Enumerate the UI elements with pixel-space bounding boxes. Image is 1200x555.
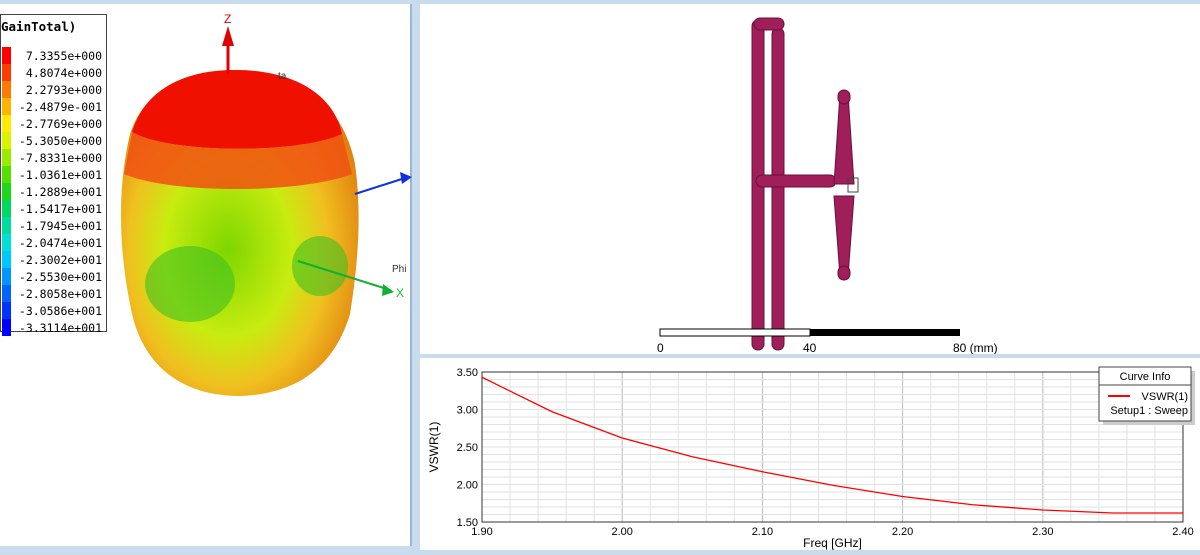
vswr-chart: 1.90 2.00 2.10 2.20 2.30 2.403.503.002.502.00… [427,366,1195,550]
y-tick-label: 1.50 [457,517,478,529]
legend-swatch [2,268,11,285]
z-axis-label: Z [224,12,231,26]
legend-swatch [2,81,11,98]
legend-row: -2.5530e+001 [1,268,106,285]
legend-value: -3.0586e+001 [18,304,102,318]
gain-legend: GainTotal) 7.3355e+000 4.8074e+000 2.2793e… [0,14,107,336]
y-tick-label: 3.50 [457,367,478,379]
legend-value: 4.8074e+000 [25,66,102,80]
legend-row: -1.5417e+001 [1,200,106,217]
x-tick-label: 2.00 [611,526,632,538]
legend-row: -1.0361e+001 [1,166,106,183]
legend-value: -7.8331e+000 [18,151,102,165]
legend-value: -2.7769e+000 [18,117,102,131]
x-axis-label: Freq [GHz] [803,536,862,550]
legend-row: -3.3114e+001 [1,319,106,336]
legend-value: -5.3050e+000 [18,134,102,148]
legend-row: -2.0474e+001 [1,234,106,251]
legend-swatch [2,132,11,149]
legend-value: -2.0474e+001 [18,236,102,250]
legend-row: -2.7769e+000 [1,115,106,132]
legend-value: -1.2889e+001 [18,185,102,199]
legend-swatch [2,285,11,302]
legend-value: -2.4879e-001 [18,100,102,114]
legend-row: -5.3050e+000 [1,132,106,149]
y-tick-label: 2.50 [457,442,478,454]
legend-value: 7.3355e+000 [25,49,102,63]
y-tick-label: 3.00 [457,405,478,417]
y-tick-label: 2.00 [457,480,478,492]
legend-row: -3.0586e+001 [1,302,106,319]
legend-swatch [2,217,11,234]
legend-value: -2.8058e+001 [18,287,102,301]
legend-series-name: VSWR(1) [1142,391,1188,403]
legend-value: 2.2793e+000 [25,83,102,97]
legend-swatch [2,183,11,200]
x-axis-label: X [396,286,404,300]
scale-label-40: 40 [803,341,817,354]
legend-swatch [2,234,11,251]
y-axis [354,177,406,195]
legend-swatch [2,98,11,115]
legend-swatch [2,200,11,217]
legend-row: -2.4879e-001 [1,98,106,115]
legend-value: -1.0361e+001 [18,168,102,182]
scale-label-80: 80 (mm) [953,341,998,354]
phi-label: Phi [392,264,406,275]
x-tick-label: 2.10 [752,526,773,538]
legend-value: -2.5530e+001 [18,270,102,284]
legend-value: -1.7945e+001 [18,219,102,233]
legend-row: -1.2889e+001 [1,183,106,200]
legend-row: -1.7945e+001 [1,217,106,234]
legend-swatch [2,149,11,166]
vswr-plot[interactable]: 1.90 2.00 2.10 2.20 2.30 2.40 3.50 3.00 2.50 2.00… [420,358,1200,550]
legend-value: -2.3002e+001 [18,253,102,267]
legend-value: -3.3114e+001 [18,321,102,335]
legend-swatch [2,302,11,319]
theta-label: ta [278,71,287,82]
antenna-model-view[interactable]: 0 40 80 (mm) [420,4,1200,355]
legend-swatch [2,115,11,132]
series-line-vswr [481,376,1183,514]
antenna-geometry: 0 40 80 (mm) [657,17,998,355]
legend-swatch [2,64,11,81]
legend-swatch [2,166,11,183]
x-tick-label: 2.40 [1172,526,1193,538]
legend-row: 4.8074e+000 [1,64,106,81]
legend-series-sub: Setup1 : Sweep [1110,405,1188,417]
legend-title: GainTotal) [1,19,77,34]
x-tick-label: 2.30 [1032,526,1053,538]
radiation-pattern-view[interactable]: Z ta X Phi GainTotal) 7.3355e+000 4.8074e… [0,4,412,546]
x-tick-label: 2.20 [892,526,913,538]
legend-row: -7.8331e+000 [1,149,106,166]
legend-row: -2.8058e+001 [1,285,106,302]
legend-value: -1.5417e+001 [18,202,102,216]
legend-swatch [2,47,11,64]
scale-label-0: 0 [657,341,664,354]
legend-swatch [2,251,11,268]
legend-title: Curve Info [1120,371,1171,383]
legend-row: -2.3002e+001 [1,251,106,268]
legend-row: 2.2793e+000 [1,81,106,98]
legend-row: 7.3355e+000 [1,47,106,64]
legend-swatch [2,319,11,336]
y-axis-label: VSWR(1) [427,422,441,473]
